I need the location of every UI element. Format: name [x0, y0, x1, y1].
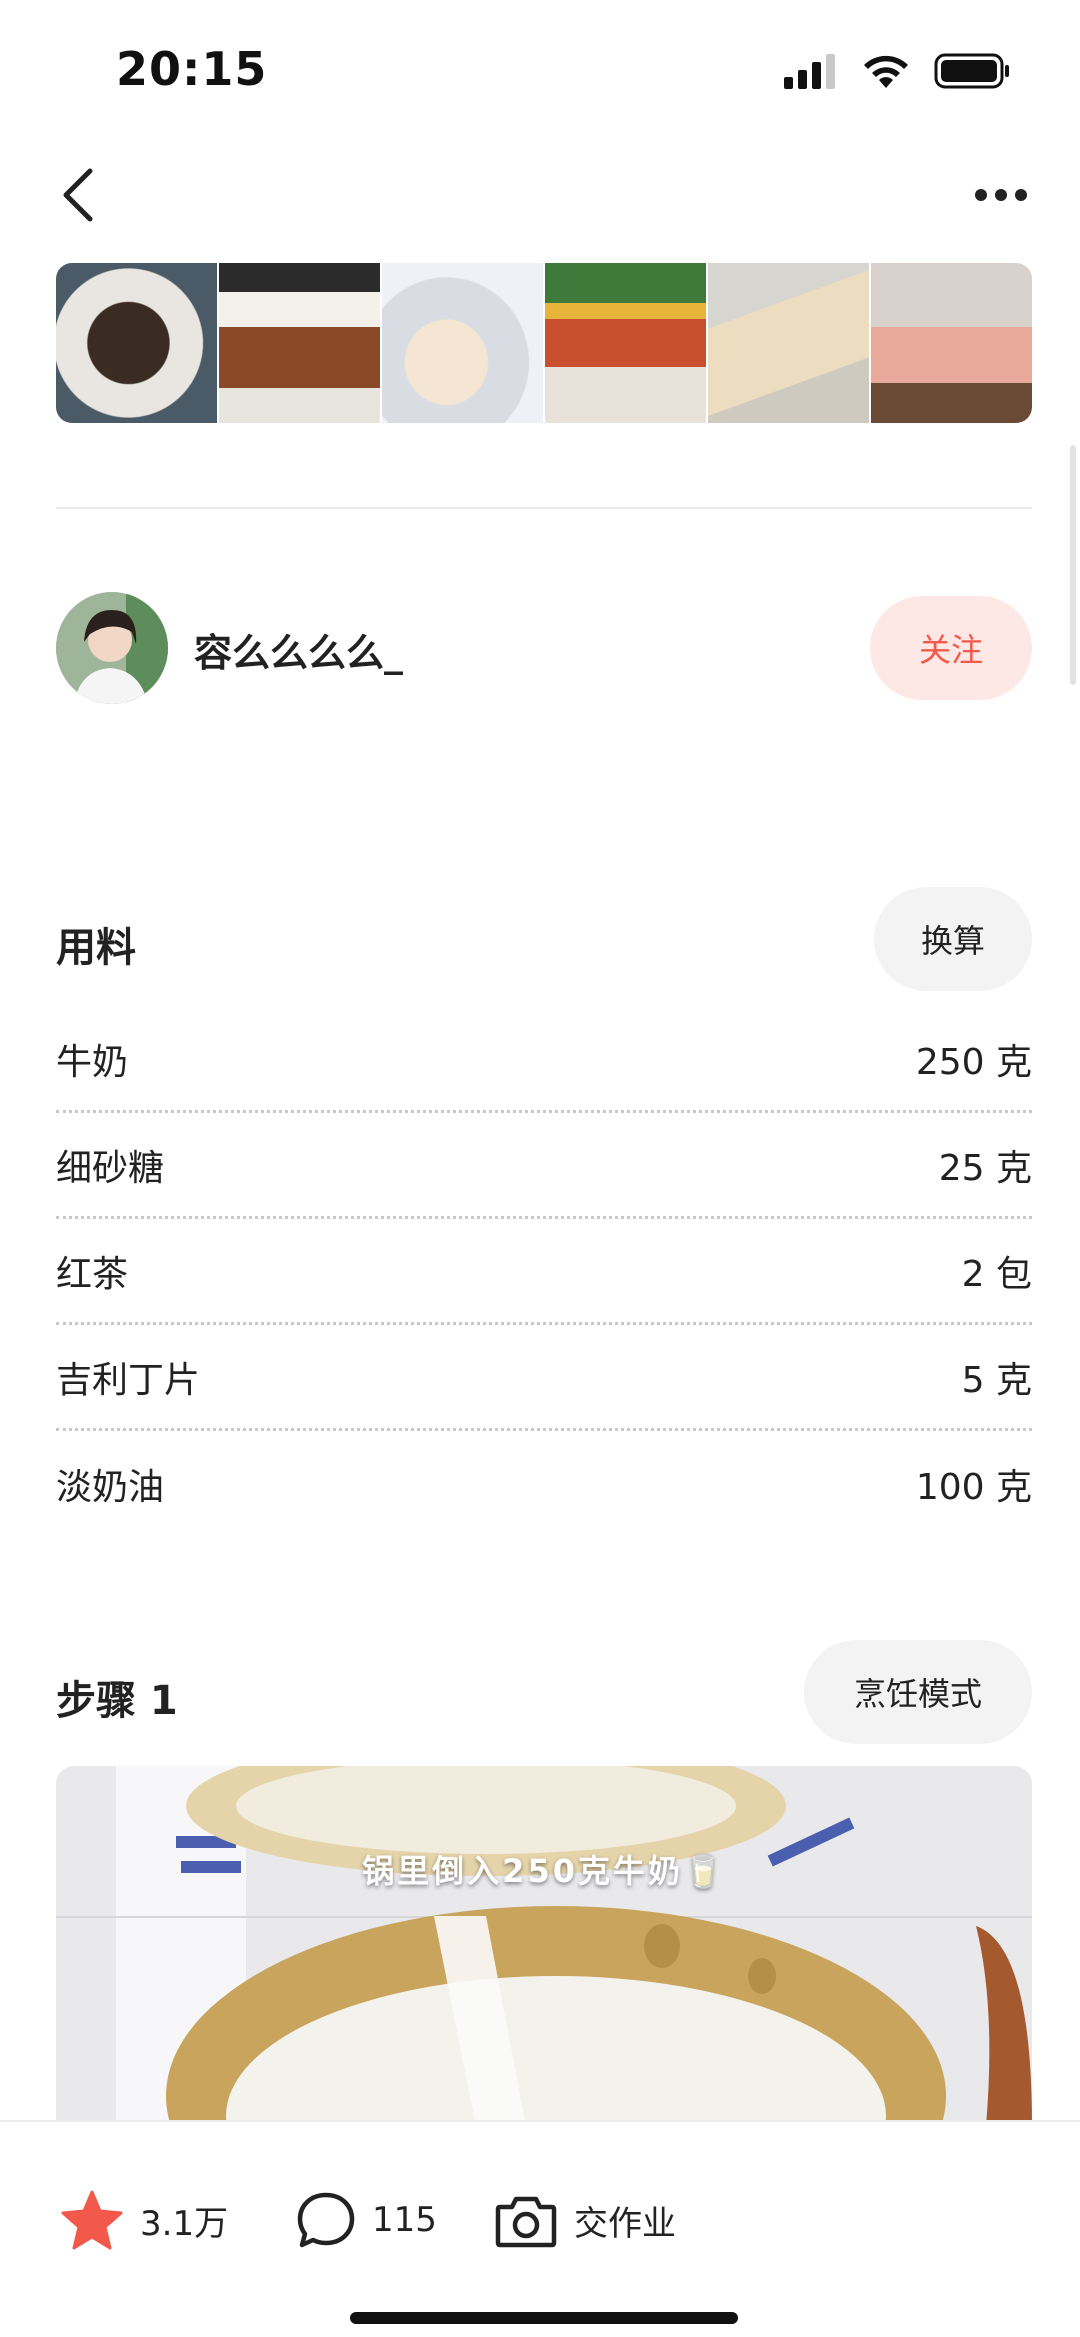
ingredient-amount: 250 克 [915, 1041, 1032, 1083]
comment-button[interactable]: 115 [296, 2170, 437, 2270]
nav-bar [0, 140, 1080, 250]
section-divider [56, 507, 1032, 509]
step-image[interactable]: 锅里倒入250克牛奶🥛 [56, 1766, 1032, 2126]
scrollbar[interactable] [1070, 445, 1076, 685]
step-title: 步骤 1 [56, 1678, 178, 1724]
convert-button[interactable]: 换算 [874, 887, 1032, 991]
homework-thumbnail-strip[interactable] [56, 263, 1032, 423]
cooking-mode-button[interactable]: 烹饪模式 [804, 1640, 1032, 1744]
ingredient-name: 红茶 [56, 1253, 129, 1295]
step-caption: 锅里倒入250克牛奶🥛 [362, 1852, 726, 1890]
submit-homework-label: 交作业 [574, 2203, 676, 2244]
list-item: 细砂糖 25 克 [56, 1113, 1032, 1219]
list-item: 牛奶 250 克 [56, 1007, 1032, 1113]
thumbnail-photo[interactable] [219, 263, 380, 423]
thumbnail-photo[interactable] [871, 263, 1032, 423]
chevron-left-icon [63, 168, 93, 222]
status-bar: 20:15 [0, 0, 1080, 140]
camera-icon [495, 2196, 557, 2248]
ingredient-amount: 25 克 [938, 1147, 1032, 1189]
battery-icon [934, 53, 1009, 89]
list-item: 吉利丁片 5 克 [56, 1325, 1032, 1431]
ingredients-header: 用料 换算 [56, 887, 1032, 991]
back-button[interactable] [48, 160, 108, 230]
follow-button[interactable]: 关注 [870, 596, 1032, 700]
favorite-count: 3.1万 [140, 2203, 229, 2244]
list-item: 红茶 2 包 [56, 1219, 1032, 1325]
ingredient-amount: 5 克 [961, 1359, 1032, 1401]
thumbnail-photo[interactable] [56, 263, 217, 423]
step-photo [56, 1766, 1032, 2126]
home-indicator[interactable] [350, 2312, 738, 2324]
author-name[interactable]: 容么么么么_ [194, 622, 403, 677]
submit-homework-button[interactable]: 交作业 [494, 2170, 676, 2270]
avatar[interactable] [56, 592, 168, 704]
author-row: 容么么么么_ 关注 [56, 592, 1032, 704]
wifi-icon [864, 55, 908, 88]
thumbnail-photo[interactable] [708, 263, 869, 423]
status-icons [782, 52, 1012, 90]
status-time: 20:15 [116, 42, 268, 96]
ingredient-name: 细砂糖 [56, 1147, 165, 1189]
comment-bubble-icon [297, 2192, 355, 2248]
list-item: 淡奶油 100 克 [56, 1431, 1032, 1537]
star-icon [61, 2190, 123, 2250]
ingredient-name: 淡奶油 [56, 1467, 165, 1508]
bottom-action-bar: 3.1万 115 交作业 [0, 2120, 1080, 2337]
step-header: 步骤 1 烹饪模式 [56, 1640, 1032, 1744]
cellular-signal-icon [784, 54, 835, 89]
more-dots-icon [975, 189, 1027, 201]
thumbnail-photo[interactable] [382, 263, 543, 423]
comment-count: 115 [372, 2200, 437, 2240]
ingredient-name: 吉利丁片 [56, 1359, 201, 1401]
ingredient-amount: 2 包 [961, 1253, 1032, 1295]
ingredients-list: 牛奶 250 克 细砂糖 25 克 红茶 2 包 吉利丁片 5 克 淡奶油 10… [56, 1007, 1032, 1537]
avatar-image [56, 592, 168, 704]
favorite-button[interactable]: 3.1万 [60, 2170, 228, 2270]
ingredient-name: 牛奶 [56, 1041, 129, 1083]
more-button[interactable] [966, 160, 1036, 230]
ingredients-title: 用料 [56, 925, 136, 971]
ingredient-amount: 100 克 [915, 1467, 1032, 1508]
thumbnail-photo[interactable] [545, 263, 706, 423]
